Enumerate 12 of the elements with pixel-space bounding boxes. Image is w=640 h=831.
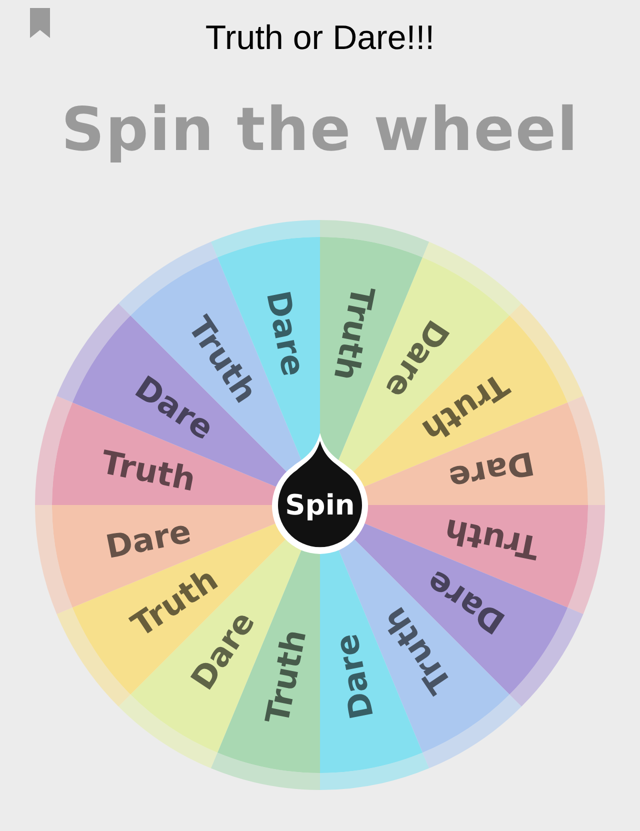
screen-title: Truth or Dare!!!: [205, 18, 435, 58]
bookmark-icon[interactable]: [30, 8, 50, 38]
segment-label: Truth: [98, 442, 199, 499]
spin-button[interactable]: Spin: [272, 433, 368, 554]
segment-label: Truth: [258, 626, 314, 727]
segment-label: Truth: [441, 511, 542, 568]
segment-label: Dare: [446, 444, 538, 498]
segment-label: Dare: [258, 288, 313, 380]
segment-label: Truth: [326, 283, 382, 384]
segment-label: Dare: [327, 630, 382, 722]
segment-label: Dare: [102, 512, 194, 566]
heading: Spin the wheel: [60, 94, 580, 167]
